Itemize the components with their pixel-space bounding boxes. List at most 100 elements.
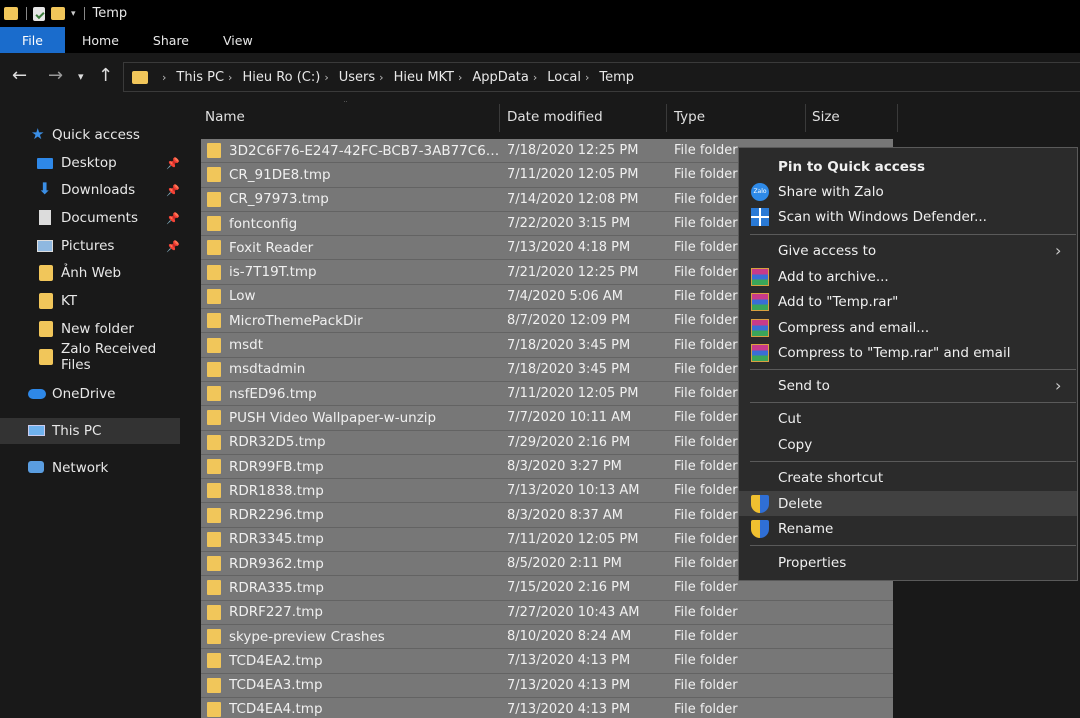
- menu-item-send-to[interactable]: Send to ›: [739, 373, 1077, 398]
- sidebar-item-new-folder[interactable]: New folder: [0, 316, 183, 342]
- table-row[interactable]: RDRF227.tmp 7/27/2020 10:43 AM File folder: [201, 600, 893, 625]
- folder-icon: [207, 264, 221, 280]
- sidebar-item-network[interactable]: Network: [0, 455, 183, 481]
- breadcrumb-temp[interactable]: Temp: [599, 70, 634, 85]
- breadcrumb-this-pc[interactable]: This PC: [176, 70, 224, 85]
- breadcrumb-separator-icon[interactable]: ›: [458, 71, 462, 84]
- sidebar-item-label: Desktop: [61, 155, 117, 171]
- file-name: RDR2296.tmp: [229, 507, 324, 524]
- menu-item-create-shortcut[interactable]: Create shortcut: [739, 465, 1077, 490]
- properties-icon[interactable]: [33, 6, 45, 21]
- menu-item-add-to-archive[interactable]: Add to archive...: [739, 264, 1077, 289]
- chevron-right-icon: ›: [1055, 376, 1062, 395]
- sidebar-item-this-pc[interactable]: This PC: [0, 418, 180, 444]
- menu-item-add-to-temp-rar[interactable]: Add to "Temp.rar": [739, 289, 1077, 314]
- tab-file[interactable]: File: [0, 27, 65, 53]
- sidebar-item-quick-access[interactable]: ★ Quick access: [0, 122, 183, 148]
- file-type: File folder: [674, 313, 738, 329]
- column-divider[interactable]: [499, 104, 500, 132]
- context-menu: Pin to Quick access Zalo Share with Zalo…: [738, 147, 1078, 581]
- folder-icon: [207, 191, 221, 207]
- date-modified: 8/3/2020 8:37 AM: [507, 507, 623, 523]
- breadcrumb-users[interactable]: Users: [339, 70, 375, 85]
- folder-icon: [207, 459, 221, 474]
- folder-icon: [207, 240, 221, 256]
- date-modified: 7/13/2020 10:13 AM: [507, 483, 640, 499]
- sidebar-item-zalo-received-files[interactable]: Zalo Received Files: [0, 341, 183, 373]
- menu-item-cut[interactable]: Cut: [739, 406, 1077, 431]
- folder-icon: [39, 265, 53, 281]
- navigation-pane: ★ Quick access Desktop 📌 ⬇ Downloads 📌 D…: [0, 101, 183, 718]
- menu-item-give-access-to[interactable]: Give access to ›: [739, 238, 1077, 263]
- window-title: Temp: [92, 6, 128, 21]
- tab-share[interactable]: Share: [136, 27, 206, 53]
- breadcrumb-separator-icon[interactable]: ›: [379, 71, 383, 84]
- column-header-size[interactable]: Size: [812, 101, 840, 133]
- breadcrumb-separator-icon[interactable]: ›: [228, 71, 232, 84]
- column-header-name[interactable]: Name: [205, 101, 245, 133]
- recent-locations-chevron-icon[interactable]: ▾: [78, 70, 84, 83]
- forward-arrow-icon[interactable]: →: [48, 65, 63, 86]
- file-name: Foxit Reader: [229, 239, 314, 256]
- sidebar-item-anh-web[interactable]: Ảnh Web: [0, 260, 183, 286]
- breadcrumb-separator-icon[interactable]: ›: [162, 71, 166, 84]
- file-type: File folder: [674, 264, 738, 280]
- folder-icon: [39, 349, 53, 365]
- file-type: File folder: [674, 386, 738, 402]
- folder-icon: [207, 410, 221, 426]
- file-name: PUSH Video Wallpaper-w-unzip: [229, 409, 437, 426]
- column-divider[interactable]: [805, 104, 806, 132]
- menu-item-scan-with-defender[interactable]: Scan with Windows Defender...: [739, 204, 1077, 229]
- breadcrumb-separator-icon[interactable]: ›: [324, 71, 328, 84]
- menu-item-pin-to-quick-access[interactable]: Pin to Quick access: [739, 154, 1077, 179]
- document-icon: [39, 210, 51, 225]
- sidebar-item-downloads[interactable]: ⬇ Downloads 📌: [0, 177, 183, 203]
- customize-quick-access-icon[interactable]: ▾: [71, 9, 76, 19]
- table-row[interactable]: TCD4EA2.tmp 7/13/2020 4:13 PM File folder: [201, 649, 893, 674]
- breadcrumb-user[interactable]: Hieu MKT: [394, 70, 454, 85]
- menu-item-compress-and-email[interactable]: Compress and email...: [739, 315, 1077, 340]
- breadcrumb-separator-icon[interactable]: ›: [533, 71, 537, 84]
- menu-item-properties[interactable]: Properties: [739, 550, 1077, 575]
- tab-view[interactable]: View: [206, 27, 270, 53]
- column-header-date-modified[interactable]: Date modified: [507, 101, 603, 133]
- sidebar-item-documents[interactable]: Documents 📌: [0, 205, 183, 231]
- divider: [26, 7, 27, 20]
- column-divider[interactable]: [897, 104, 898, 132]
- tab-home[interactable]: Home: [65, 27, 136, 53]
- menu-item-share-with-zalo[interactable]: Zalo Share with Zalo: [739, 179, 1077, 204]
- folder-icon: [207, 434, 221, 450]
- table-row[interactable]: TCD4EA3.tmp 7/13/2020 4:13 PM File folder: [201, 673, 893, 698]
- date-modified: 7/7/2020 10:11 AM: [507, 410, 632, 426]
- menu-item-compress-to-temp-rar-and-email[interactable]: Compress to "Temp.rar" and email: [739, 340, 1077, 365]
- breadcrumb-drive[interactable]: Hieu Ro (C:): [242, 70, 320, 85]
- table-row[interactable]: skype-preview Crashes 8/10/2020 8:24 AM Fi…: [201, 624, 893, 650]
- sidebar-item-onedrive[interactable]: OneDrive: [0, 381, 183, 407]
- column-divider[interactable]: [666, 104, 667, 132]
- sidebar-item-kt[interactable]: KT: [0, 288, 183, 314]
- sidebar-item-pictures[interactable]: Pictures 📌: [0, 233, 183, 259]
- sidebar-item-desktop[interactable]: Desktop 📌: [0, 150, 183, 176]
- folder-icon: [207, 580, 221, 596]
- up-arrow-icon[interactable]: ↑: [98, 65, 113, 86]
- table-row[interactable]: TCD4EA4.tmp 7/13/2020 4:13 PM File folder: [201, 697, 893, 718]
- breadcrumb-separator-icon[interactable]: ›: [585, 71, 589, 84]
- computer-icon: [28, 425, 45, 436]
- breadcrumb-appdata[interactable]: AppData: [472, 70, 528, 85]
- new-folder-icon[interactable]: [51, 7, 65, 20]
- file-name: 3D2C6F76-E247-42FC-BCB7-3AB77C6A53...: [229, 142, 501, 159]
- file-name: CR_97973.tmp: [229, 191, 329, 208]
- network-icon: [28, 461, 44, 473]
- date-modified: 7/14/2020 12:08 PM: [507, 191, 639, 207]
- breadcrumb-local[interactable]: Local: [547, 70, 581, 85]
- date-modified: 7/18/2020 3:45 PM: [507, 337, 631, 353]
- menu-item-rename[interactable]: Rename: [739, 516, 1077, 541]
- back-arrow-icon[interactable]: ←: [12, 65, 27, 86]
- menu-item-delete[interactable]: Delete: [739, 491, 1077, 516]
- address-bar[interactable]: › This PC › Hieu Ro (C:) › Users › Hieu …: [123, 62, 1080, 92]
- menu-item-copy[interactable]: Copy: [739, 432, 1077, 457]
- file-type: File folder: [674, 434, 738, 450]
- column-header-type[interactable]: Type: [674, 101, 705, 133]
- date-modified: 8/7/2020 12:09 PM: [507, 313, 631, 329]
- folder-icon: [207, 167, 221, 183]
